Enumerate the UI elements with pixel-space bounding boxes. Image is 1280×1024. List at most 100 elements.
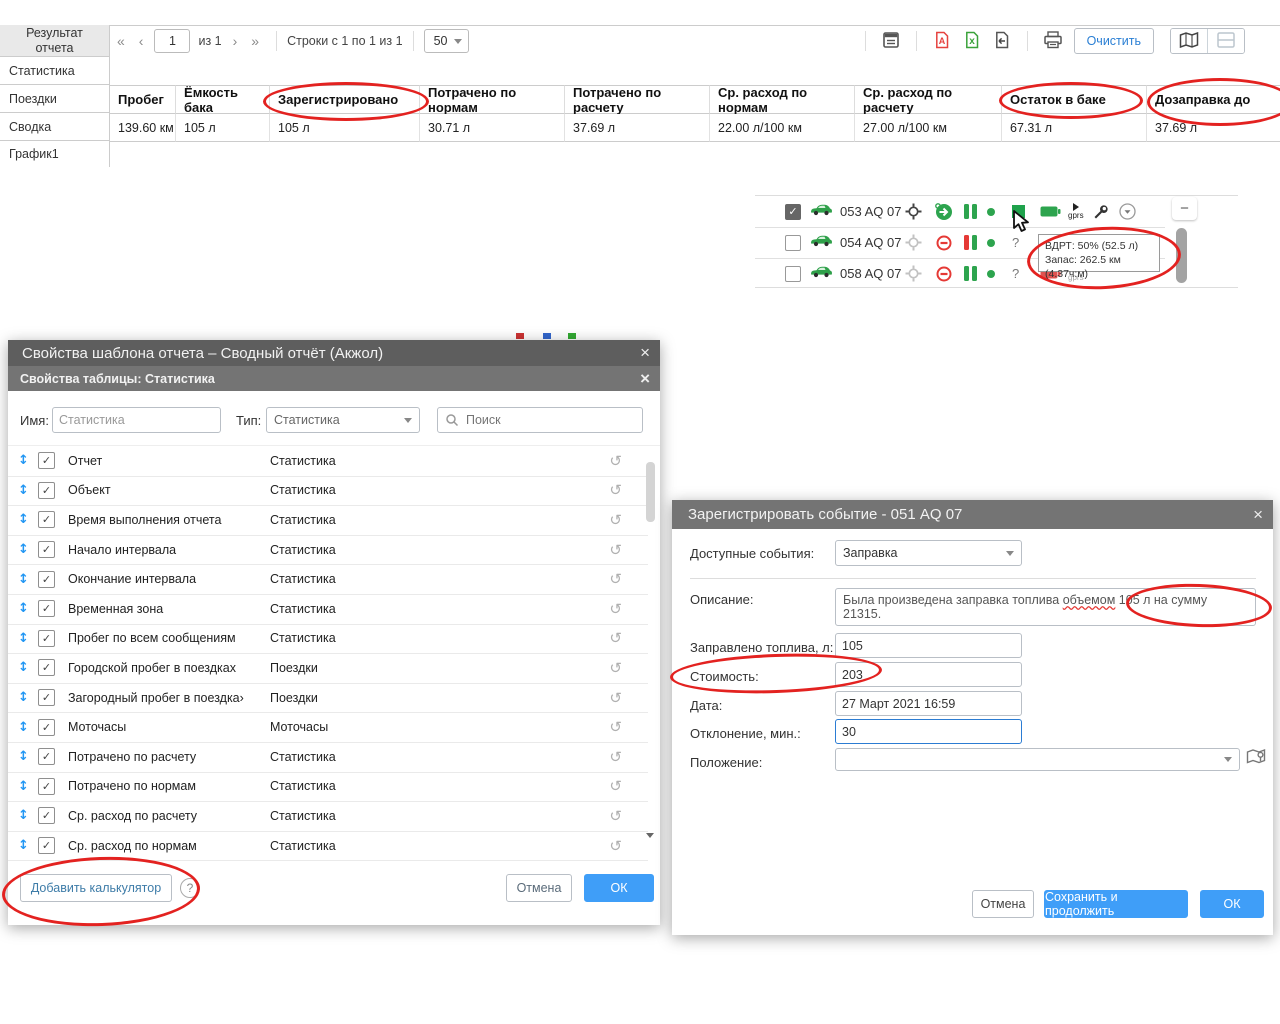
- undo-icon[interactable]: ↺: [609, 541, 622, 559]
- column-header[interactable]: Зарегистрировано: [270, 85, 420, 114]
- map-scrollbar[interactable]: [1176, 228, 1187, 283]
- data-accuracy-icon[interactable]: [962, 266, 978, 281]
- map-zoom-out-button[interactable]: −: [1172, 197, 1197, 220]
- item-checkbox[interactable]: ✓: [38, 807, 55, 824]
- deviation-input[interactable]: [835, 719, 1022, 744]
- page-size-select[interactable]: 50: [424, 29, 470, 53]
- data-accuracy-icon[interactable]: [962, 235, 978, 250]
- drag-handle-icon[interactable]: ↕: [18, 660, 32, 675]
- list-scrollbar-thumb[interactable]: [646, 462, 655, 522]
- undo-icon[interactable]: ↺: [609, 511, 622, 529]
- list-item[interactable]: ↕✓Ср. расход по расчетуСтатистика↺: [8, 801, 648, 832]
- description-textarea[interactable]: Была произведена заправка топлива объемо…: [835, 588, 1256, 626]
- next-page-button[interactable]: ›: [226, 33, 245, 49]
- cost-input[interactable]: [835, 662, 1022, 687]
- close-icon[interactable]: ×: [640, 343, 650, 363]
- sidebar-item-svodka[interactable]: Сводка: [0, 113, 110, 141]
- connection-state-icon[interactable]: [987, 270, 995, 278]
- list-item[interactable]: ↕✓Время выполнения отчетаСтатистика↺: [8, 505, 648, 536]
- column-header[interactable]: Потрачено по нормам: [420, 85, 565, 114]
- drag-handle-icon[interactable]: ↕: [18, 542, 32, 557]
- map-pin-icon[interactable]: [1246, 748, 1268, 771]
- fuel-level-unknown[interactable]: ?: [1012, 266, 1019, 281]
- list-item[interactable]: ↕✓ОбъектСтатистика↺: [8, 476, 648, 507]
- drag-handle-icon[interactable]: ↕: [18, 779, 32, 794]
- page-number-input[interactable]: [154, 29, 190, 53]
- position-select[interactable]: [835, 748, 1240, 771]
- list-item[interactable]: ↕✓МоточасыМоточасы↺: [8, 712, 648, 743]
- column-header[interactable]: Ср. расход по расчету: [855, 85, 1002, 114]
- battery-icon[interactable]: [1040, 206, 1061, 217]
- unit-checkbox[interactable]: [785, 235, 801, 251]
- item-checkbox[interactable]: ✓: [38, 719, 55, 736]
- unit-name[interactable]: 058 AQ 07: [840, 266, 910, 281]
- wrench-icon[interactable]: [1093, 204, 1109, 220]
- save-and-continue-button[interactable]: Сохранить и продолжить: [1044, 890, 1188, 918]
- item-checkbox[interactable]: ✓: [38, 778, 55, 795]
- split-view-toggle[interactable]: [1207, 29, 1244, 53]
- motion-state-icon[interactable]: [936, 266, 952, 282]
- close-icon[interactable]: ×: [1253, 505, 1263, 525]
- search-input[interactable]: [464, 412, 635, 428]
- motion-state-icon[interactable]: [936, 235, 952, 251]
- gprs-icon[interactable]: gprs: [1068, 203, 1084, 220]
- close-icon[interactable]: ×: [640, 369, 650, 389]
- list-item[interactable]: ↕✓Потрачено по расчетуСтатистика↺: [8, 742, 648, 773]
- drag-handle-icon[interactable]: ↕: [18, 453, 32, 468]
- item-checkbox[interactable]: ✓: [38, 511, 55, 528]
- drag-handle-icon[interactable]: ↕: [18, 512, 32, 527]
- map-view-toggle[interactable]: [1171, 29, 1207, 53]
- prev-page-button[interactable]: ‹: [132, 33, 151, 49]
- drag-handle-icon[interactable]: ↕: [18, 690, 32, 705]
- sidebar-item-poezdki[interactable]: Поездки: [0, 85, 110, 113]
- cancel-button[interactable]: Отмена: [506, 874, 572, 902]
- item-checkbox[interactable]: ✓: [38, 748, 55, 765]
- drag-handle-icon[interactable]: ↕: [18, 720, 32, 735]
- type-select[interactable]: Статистика: [266, 407, 420, 433]
- connection-state-icon[interactable]: [987, 239, 995, 247]
- column-header[interactable]: Ср. расход по нормам: [710, 85, 855, 114]
- motion-state-icon[interactable]: [935, 203, 953, 221]
- drag-handle-icon[interactable]: ↕: [18, 749, 32, 764]
- item-checkbox[interactable]: ✓: [38, 571, 55, 588]
- column-header[interactable]: Остаток в баке: [1002, 85, 1147, 114]
- list-item[interactable]: ↕✓Городской пробег в поездкахПоездки↺: [8, 653, 648, 684]
- report-template-button[interactable]: [876, 29, 906, 53]
- list-item[interactable]: ↕✓Пробег по всем сообщениямСтатистика↺: [8, 624, 648, 655]
- cancel-button[interactable]: Отмена: [972, 890, 1034, 918]
- undo-icon[interactable]: ↺: [609, 600, 622, 618]
- undo-icon[interactable]: ↺: [609, 689, 622, 707]
- list-item[interactable]: ↕✓Ср. расход по нормамСтатистика↺: [8, 831, 648, 862]
- drag-handle-icon[interactable]: ↕: [18, 572, 32, 587]
- item-checkbox[interactable]: ✓: [38, 600, 55, 617]
- column-header[interactable]: Дозаправка до: [1147, 85, 1280, 114]
- undo-icon[interactable]: ↺: [609, 837, 622, 855]
- unit-name[interactable]: 053 AQ 07: [840, 204, 910, 219]
- undo-icon[interactable]: ↺: [609, 659, 622, 677]
- sidebar-item-grafik1[interactable]: График1: [0, 141, 110, 167]
- export-file-button[interactable]: [987, 29, 1017, 53]
- list-item[interactable]: ↕✓Потрачено по нормамСтатистика↺: [8, 772, 648, 803]
- column-header[interactable]: Ёмкость бака: [176, 85, 270, 114]
- undo-icon[interactable]: ↺: [609, 452, 622, 470]
- locate-on-map-icon[interactable]: [905, 234, 922, 251]
- item-checkbox[interactable]: ✓: [38, 837, 55, 854]
- report-result-tab[interactable]: Результат отчета: [0, 25, 110, 57]
- item-checkbox[interactable]: ✓: [38, 452, 55, 469]
- undo-icon[interactable]: ↺: [609, 748, 622, 766]
- name-input[interactable]: [52, 407, 221, 433]
- drag-handle-icon[interactable]: ↕: [18, 483, 32, 498]
- search-box[interactable]: [437, 407, 643, 433]
- list-item[interactable]: ↕✓Временная зонаСтатистика↺: [8, 594, 648, 625]
- undo-icon[interactable]: ↺: [609, 718, 622, 736]
- last-page-button[interactable]: »: [244, 33, 266, 49]
- sidebar-item-statistika[interactable]: Статистика: [0, 57, 110, 85]
- list-item[interactable]: ↕✓ОтчетСтатистика↺: [8, 446, 648, 477]
- drag-handle-icon[interactable]: ↕: [18, 808, 32, 823]
- available-events-select[interactable]: Заправка: [835, 540, 1022, 566]
- ok-button[interactable]: ОК: [584, 874, 654, 902]
- drag-handle-icon[interactable]: ↕: [18, 631, 32, 646]
- add-calculator-button[interactable]: Добавить калькулятор: [20, 874, 172, 902]
- print-button[interactable]: [1038, 29, 1068, 53]
- clear-button[interactable]: Очистить: [1074, 28, 1154, 54]
